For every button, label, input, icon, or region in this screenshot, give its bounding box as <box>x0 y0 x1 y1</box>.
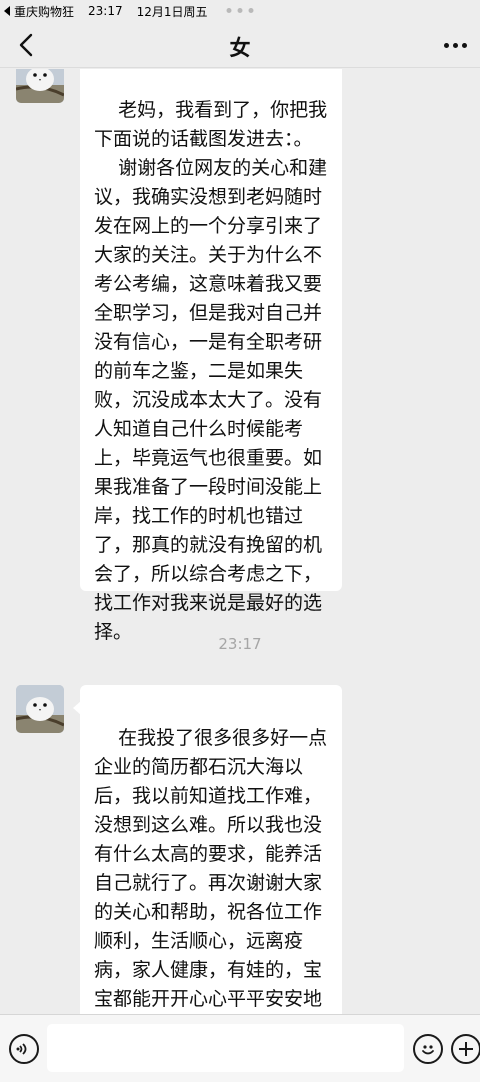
message-bubble[interactable]: 老妈，我看到了，你把我下面说的话截图发进去：。 谢谢各位网友的关心和建议，我确实… <box>80 69 342 643</box>
status-date: 12月1日周五 <box>136 4 208 19</box>
page-dots <box>226 8 254 13</box>
chat-area[interactable]: 老妈，我看到了，你把我下面说的话截图发进去：。 谢谢各位网友的关心和建议，我确实… <box>0 69 480 1014</box>
message-input[interactable] <box>47 1024 404 1072</box>
avatar[interactable] <box>16 685 64 733</box>
status-bar: 重庆购物狂 23:17 12月1日周五 <box>0 0 480 22</box>
input-bar <box>0 1014 480 1082</box>
emoji-icon <box>422 1045 434 1055</box>
back-app-label: 重庆购物狂 <box>14 4 75 19</box>
page-title: 女 <box>229 36 251 60</box>
back-to-app[interactable]: 重庆购物狂 <box>4 3 74 20</box>
nav-bar: 女 <box>0 22 480 68</box>
avatar[interactable] <box>16 69 64 103</box>
status-time: 23:17 <box>88 4 123 18</box>
message-timestamp: 23:17 <box>218 635 262 653</box>
message-text: 老妈，我看到了，你把我下面说的话截图发进去：。 谢谢各位网友的关心和建议，我确实… <box>94 99 328 643</box>
message-text: 在我投了很多很多好一点企业的简历都石沉大海以后，我以前知道找工作难，没想到这么难… <box>94 727 328 1010</box>
more-dots-icon <box>443 42 449 48</box>
plus-icon <box>459 1042 473 1056</box>
plus-button[interactable] <box>451 1034 480 1064</box>
emoji-button[interactable] <box>413 1034 443 1064</box>
bird-avatar-icon <box>16 69 64 103</box>
voice-icon <box>16 1043 27 1055</box>
bird-avatar-icon <box>16 685 64 733</box>
more-button[interactable] <box>440 34 470 56</box>
voice-button[interactable] <box>9 1034 39 1064</box>
back-triangle-icon <box>4 6 10 16</box>
message-bubble[interactable]: 在我投了很多很多好一点企业的简历都石沉大海以后，我以前知道找工作难，没想到这么难… <box>73 685 342 1014</box>
